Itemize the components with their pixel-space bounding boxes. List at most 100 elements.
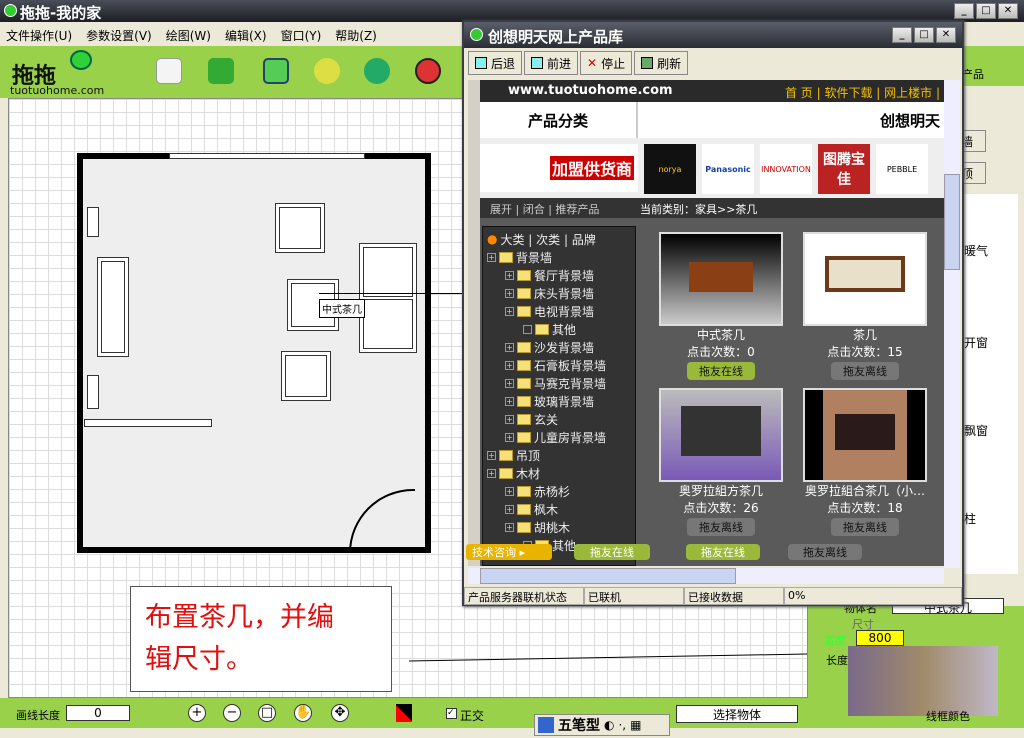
product-card[interactable]: 中式茶几 点击次数：0 拖友在线 bbox=[658, 232, 784, 380]
close-icon[interactable] bbox=[415, 58, 441, 84]
furniture[interactable] bbox=[87, 375, 99, 409]
product-card[interactable]: 茶几 点击次数：15 拖友离线 bbox=[802, 232, 928, 380]
tree-item[interactable]: + 马赛克背景墙 bbox=[487, 374, 631, 392]
expand-icon[interactable]: + bbox=[487, 450, 496, 460]
new-icon[interactable] bbox=[156, 58, 182, 84]
category-tree[interactable]: ● 大类 | 次类 | 品牌 + 背景墙 + 餐厅背景墙 + 床头背景墙 + 电视背景墙 其他 + 沙… bbox=[482, 226, 636, 566]
tree-item[interactable]: + 胡桃木 bbox=[487, 518, 631, 536]
menu-params[interactable]: 参数设置(V) bbox=[86, 27, 152, 43]
item-bay-window[interactable]: 飘窗 bbox=[964, 422, 988, 439]
tree-controls[interactable]: 展开 | 闭合 | 推荐产品 bbox=[480, 198, 638, 218]
tree-item[interactable]: + 石膏板背景墙 bbox=[487, 356, 631, 374]
expand-icon[interactable]: + bbox=[487, 468, 496, 478]
sofa[interactable] bbox=[359, 243, 417, 353]
tree-item[interactable]: + 枫木 bbox=[487, 500, 631, 518]
cabinet[interactable] bbox=[84, 419, 212, 427]
forward-button[interactable]: 前进 bbox=[524, 51, 579, 75]
chat-user-button[interactable]: 拖友在线 bbox=[686, 544, 760, 560]
refresh-icon[interactable] bbox=[364, 58, 390, 84]
tree-item[interactable]: + 玻璃背景墙 bbox=[487, 392, 631, 410]
maximize-button[interactable]: □ bbox=[914, 27, 934, 43]
expand-icon[interactable]: + bbox=[505, 432, 514, 442]
vertical-scrollbar[interactable] bbox=[944, 80, 960, 568]
armchair[interactable] bbox=[281, 351, 331, 401]
brand-logo[interactable]: Panasonic bbox=[702, 144, 754, 194]
site-nav[interactable]: 首 页 | 软件下载 | 网上楼市 | bbox=[785, 84, 940, 101]
menu-file[interactable]: 文件操作(U) bbox=[6, 27, 72, 43]
horizontal-scrollbar[interactable] bbox=[468, 568, 944, 584]
fit-icon[interactable]: □ bbox=[258, 704, 276, 722]
stop-button[interactable]: ✕ 停止 bbox=[580, 51, 633, 75]
brand-logo[interactable]: INNOVATION bbox=[760, 144, 812, 194]
expand-icon[interactable]: + bbox=[505, 522, 514, 532]
moon-icon[interactable]: ◐ bbox=[604, 718, 614, 732]
expand-icon[interactable]: + bbox=[505, 360, 514, 370]
brand-logo[interactable]: 图腾宝佳 bbox=[818, 144, 870, 194]
user-status-button[interactable]: 拖友在线 bbox=[687, 362, 755, 380]
line-length-field[interactable]: 0 bbox=[66, 705, 130, 721]
expand-icon[interactable]: + bbox=[505, 486, 514, 496]
menu-edit[interactable]: 编辑(X) bbox=[225, 27, 267, 43]
minimize-button[interactable]: _ bbox=[954, 3, 974, 19]
armchair[interactable] bbox=[275, 203, 325, 253]
item-radiator[interactable]: 暖气 bbox=[964, 242, 988, 259]
menu-draw[interactable]: 绘图(W) bbox=[166, 27, 211, 43]
join-supplier-banner[interactable]: 加盟供货商 bbox=[549, 156, 634, 180]
scroll-thumb[interactable] bbox=[944, 174, 960, 270]
tech-consult-button[interactable]: 技术咨询 ▸ bbox=[466, 544, 552, 560]
minimize-button[interactable]: _ bbox=[892, 27, 912, 43]
maximize-button[interactable]: □ bbox=[976, 3, 996, 19]
expand-icon[interactable]: + bbox=[505, 414, 514, 424]
tree-item[interactable]: + 木材 bbox=[487, 464, 631, 482]
tree-item[interactable]: + 床头背景墙 bbox=[487, 284, 631, 302]
item-casement-window[interactable]: 开窗 bbox=[964, 334, 988, 351]
expand-icon[interactable]: + bbox=[505, 396, 514, 406]
expand-icon[interactable]: + bbox=[505, 270, 514, 280]
tree-item[interactable]: 其他 bbox=[487, 320, 631, 338]
menu-help[interactable]: 帮助(Z) bbox=[335, 27, 377, 43]
brand-logo[interactable]: PEBBLE bbox=[876, 144, 928, 194]
menu-window[interactable]: 窗口(Y) bbox=[281, 27, 322, 43]
expand-icon[interactable]: + bbox=[505, 342, 514, 352]
tree-item[interactable]: + 沙发背景墙 bbox=[487, 338, 631, 356]
zoom-in-icon[interactable]: + bbox=[188, 704, 206, 722]
keyboard-icon[interactable]: ▦ bbox=[630, 718, 641, 732]
scroll-thumb[interactable] bbox=[480, 568, 736, 584]
move-icon[interactable]: ✥ bbox=[331, 704, 349, 722]
tree-item[interactable]: + 背景墙 bbox=[487, 248, 631, 266]
close-button[interactable]: ✕ bbox=[998, 3, 1018, 19]
brand-logo[interactable]: norya bbox=[644, 144, 696, 194]
chat-user-button[interactable]: 拖友在线 bbox=[574, 544, 650, 560]
book-icon[interactable] bbox=[208, 58, 234, 84]
expand-icon[interactable]: + bbox=[505, 504, 514, 514]
user-status-button[interactable]: 拖友离线 bbox=[687, 518, 755, 536]
pointer-icon[interactable] bbox=[314, 58, 340, 84]
expand-icon[interactable]: + bbox=[487, 252, 496, 262]
expand-icon[interactable]: + bbox=[505, 378, 514, 388]
close-button[interactable]: ✕ bbox=[936, 27, 956, 43]
user-status-button[interactable]: 拖友离线 bbox=[831, 362, 899, 380]
pan-hand-icon[interactable]: ✋ bbox=[294, 704, 312, 722]
refresh-button[interactable]: 刷新 bbox=[634, 51, 689, 75]
back-button[interactable]: 后退 bbox=[468, 51, 523, 75]
tree-item[interactable]: + 餐厅背景墙 bbox=[487, 266, 631, 284]
expand-icon[interactable]: + bbox=[505, 288, 514, 298]
product-card[interactable]: 奥罗拉組方茶几 点击次数：26 拖友离线 bbox=[658, 388, 784, 536]
zoom-out-icon[interactable]: − bbox=[223, 704, 241, 722]
ortho-checkbox[interactable]: ✓ bbox=[446, 708, 457, 719]
tree-item[interactable]: + 电视背景墙 bbox=[487, 302, 631, 320]
expand-icon[interactable] bbox=[523, 324, 532, 334]
color-icon[interactable] bbox=[396, 704, 412, 722]
sofa[interactable] bbox=[97, 257, 129, 357]
expand-icon[interactable]: + bbox=[505, 306, 514, 316]
tree-item[interactable]: + 赤杨杉 bbox=[487, 482, 631, 500]
product-card[interactable]: 奥罗拉組合茶几（小… 点击次数：18 拖友离线 bbox=[802, 388, 928, 536]
tree-item[interactable]: + 吊顶 bbox=[487, 446, 631, 464]
window[interactable] bbox=[169, 153, 365, 159]
tree-item[interactable]: + 玄关 bbox=[487, 410, 631, 428]
ime-mode[interactable]: 五笔型 bbox=[558, 715, 600, 735]
furniture[interactable] bbox=[87, 207, 99, 237]
ime-bar[interactable]: 五笔型 ◐ ·, ▦ bbox=[534, 714, 670, 736]
width-field[interactable]: 800 bbox=[856, 630, 904, 646]
mode-field[interactable]: 选择物体 bbox=[676, 705, 798, 723]
